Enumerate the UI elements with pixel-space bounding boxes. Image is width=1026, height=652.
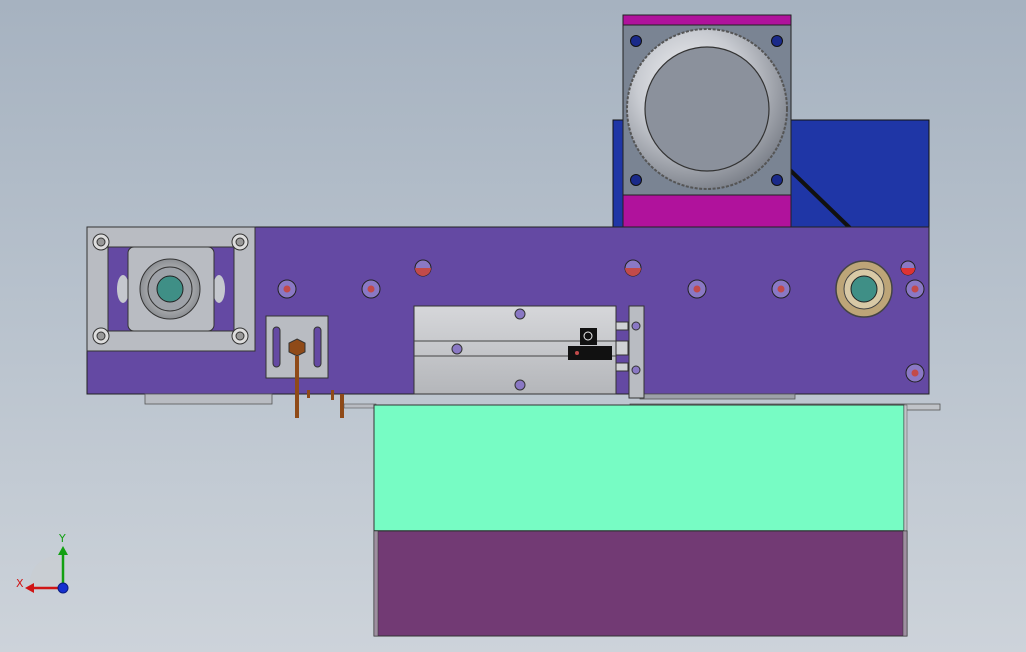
stepper-motor[interactable] [622, 14, 792, 229]
orientation-triad [25, 546, 69, 594]
right-bearing[interactable] [835, 260, 893, 318]
left-bearing-block[interactable] [86, 226, 256, 352]
air-cylinder[interactable] [413, 305, 645, 399]
triad-y-label: Y [59, 532, 66, 545]
triad-x-label: X [16, 577, 24, 590]
z-axis-dot [57, 582, 69, 594]
cad-viewport[interactable]: Y X [0, 0, 1026, 652]
model-drawing [25, 14, 941, 637]
purple-base[interactable] [373, 530, 908, 637]
cyan-tank[interactable] [373, 404, 908, 532]
